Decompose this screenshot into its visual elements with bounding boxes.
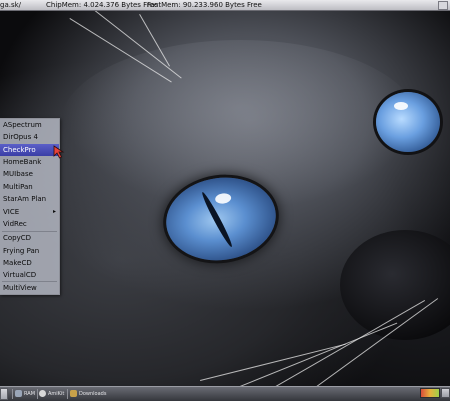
mouse-pointer-icon bbox=[53, 145, 65, 159]
taskbar-divider bbox=[12, 389, 13, 399]
menu-item-vidrec[interactable]: VidRec bbox=[0, 218, 59, 230]
taskbar-item-ram[interactable]: RAM bbox=[15, 389, 35, 400]
menu-item-makecd[interactable]: MakeCD bbox=[0, 257, 59, 269]
menu-item-diropus[interactable]: DirOpus 4 bbox=[0, 131, 59, 143]
taskbar-item-downloads[interactable]: Downloads bbox=[70, 389, 106, 400]
eye-glint bbox=[394, 102, 408, 110]
menu-item-checkpro[interactable]: CheckPro bbox=[0, 144, 59, 156]
start-menu: ASpectrum DirOpus 4 CheckPro HomeBank MU… bbox=[0, 118, 60, 295]
chipmem-readout: ChipMem: 4.024.376 Bytes Free bbox=[46, 1, 159, 9]
menu-item-aspectrum[interactable]: ASpectrum bbox=[0, 119, 59, 131]
taskbar-item-label: AmiKit bbox=[48, 391, 65, 397]
taskbar-divider bbox=[37, 389, 38, 399]
screen-title-bar: ga.sk/ ChipMem: 4.024.376 Bytes Free Fas… bbox=[0, 0, 450, 11]
whisker bbox=[200, 343, 346, 381]
menu-item-homebank[interactable]: HomeBank bbox=[0, 156, 59, 168]
submenu-arrow-icon: ▸ bbox=[52, 208, 56, 215]
menu-item-vice[interactable]: VICE ▸ bbox=[0, 206, 59, 218]
screen-depth-gadget[interactable] bbox=[438, 1, 448, 10]
folder-icon bbox=[70, 390, 77, 397]
whisker bbox=[230, 322, 398, 391]
taskbar-item-label: Downloads bbox=[79, 391, 107, 397]
menu-item-virtualcd[interactable]: VirtualCD bbox=[0, 269, 59, 281]
taskbar: RAM AmiKit Downloads bbox=[0, 386, 450, 401]
menu-item-label: Frying Pan bbox=[3, 247, 40, 255]
menu-item-multiview[interactable]: MultiView bbox=[0, 282, 59, 294]
screen-title: ga.sk/ bbox=[0, 1, 22, 9]
taskbar-divider bbox=[67, 389, 68, 399]
cpu-meter bbox=[420, 388, 440, 398]
fastmem-readout: FastMem: 90.233.960 Bytes Free bbox=[147, 1, 262, 9]
eye-glint bbox=[214, 192, 232, 205]
taskbar-item-amikit[interactable]: AmiKit bbox=[39, 389, 64, 400]
menu-item-staram-plan[interactable]: StarAm Plan bbox=[0, 193, 59, 205]
menu-item-label: HomeBank bbox=[3, 158, 42, 166]
amikit-icon bbox=[39, 390, 46, 397]
menu-item-label: CopyCD bbox=[3, 234, 32, 242]
desktop-wallpaper bbox=[0, 0, 450, 400]
menu-item-label: VirtualCD bbox=[3, 271, 37, 279]
menu-item-label: VidRec bbox=[3, 220, 27, 228]
menu-item-label: MakeCD bbox=[3, 259, 32, 267]
menu-item-label: ASpectrum bbox=[3, 121, 42, 129]
menu-item-copycd[interactable]: CopyCD bbox=[0, 232, 59, 244]
menu-item-label: VICE bbox=[3, 208, 20, 216]
taskbar-start-button[interactable] bbox=[0, 388, 8, 400]
menu-item-label: DirOpus 4 bbox=[3, 133, 38, 141]
taskbar-item-label: RAM bbox=[24, 391, 36, 397]
menu-item-label: StarAm Plan bbox=[3, 195, 47, 203]
menu-item-label: CheckPro bbox=[3, 146, 36, 154]
menu-item-frying-pan[interactable]: Frying Pan bbox=[0, 245, 59, 257]
menu-item-label: MultiView bbox=[3, 284, 37, 292]
menu-item-label: MUIbase bbox=[3, 170, 33, 178]
cat-eye-right bbox=[376, 92, 440, 152]
drive-icon bbox=[15, 390, 22, 397]
menu-item-multipan[interactable]: MultiPan bbox=[0, 181, 59, 193]
menu-item-label: MultiPan bbox=[3, 183, 33, 191]
menu-item-muibase[interactable]: MUIbase bbox=[0, 168, 59, 180]
taskbar-end-button[interactable] bbox=[441, 388, 450, 398]
whisker bbox=[260, 300, 426, 396]
